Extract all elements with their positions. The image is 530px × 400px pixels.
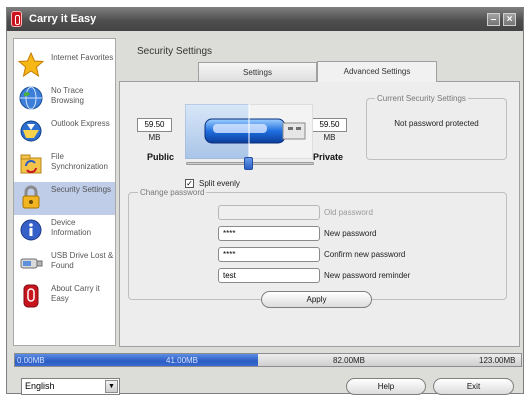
exit-button[interactable]: Exit — [433, 378, 514, 395]
sidebar-item-device-information[interactable]: Device Information — [14, 215, 115, 248]
language-select[interactable]: English ▼ — [21, 378, 120, 395]
confirm-password-label: Confirm new password — [324, 250, 406, 259]
change-password-title: Change password — [138, 188, 207, 197]
apply-button[interactable]: Apply — [261, 291, 372, 308]
usage-used-label: 41.00MB — [166, 356, 199, 365]
old-password-field[interactable] — [218, 205, 320, 220]
sidebar-item-label: Internet Favorites — [51, 53, 114, 62]
sidebar-item-label: No Trace Browsing — [51, 86, 84, 105]
split-evenly-checkbox[interactable]: ✓ — [185, 179, 194, 188]
usage-total-label: 123.00MB — [479, 356, 516, 365]
sidebar-item-label: Security Settings — [51, 185, 112, 194]
sidebar-item-file-synchronization[interactable]: File Synchronization — [14, 149, 115, 182]
old-password-label: Old password — [324, 208, 373, 217]
sidebar-item-label: Outlook Express — [51, 119, 110, 128]
private-label: Private — [313, 152, 344, 162]
tab-advanced-settings[interactable]: Advanced Settings — [317, 61, 437, 82]
sidebar-item-label: USB Drive Lost & Found — [51, 251, 114, 270]
private-size-unit: MB — [323, 133, 336, 142]
sidebar-item-usb-drive-lost-found[interactable]: USB Drive Lost & Found — [14, 248, 115, 281]
outlook-icon — [20, 120, 42, 142]
usage-mid-label: 82.00MB — [333, 356, 366, 365]
split-slider-thumb[interactable] — [244, 157, 253, 170]
current-security-group — [366, 98, 507, 160]
chevron-down-icon[interactable]: ▼ — [105, 380, 118, 393]
usb-drive-illustration — [185, 104, 313, 159]
star-icon — [18, 52, 44, 78]
new-password-label: New password — [324, 229, 377, 238]
minimize-button[interactable]: – — [487, 13, 500, 26]
sidebar-item-label: About Carry it Easy — [51, 284, 100, 303]
split-evenly-label: Split evenly — [199, 179, 240, 188]
main-window: Carry it Easy – × Internet Favorites No … — [6, 7, 524, 395]
confirm-password-field[interactable]: **** — [218, 247, 320, 262]
folder-sync-icon — [20, 154, 42, 174]
public-label: Public — [147, 152, 175, 162]
drive-usage-fill — [15, 354, 258, 366]
title-bar[interactable]: Carry it Easy – × — [7, 8, 523, 31]
help-button[interactable]: Help — [346, 378, 426, 395]
app-logo-icon — [11, 11, 22, 27]
about-app-icon — [23, 284, 39, 308]
drive-usage-bar: 0.00MB 41.00MB 82.00MB 123.00MB — [14, 353, 522, 367]
sidebar-item-security-settings[interactable]: Security Settings — [14, 182, 115, 215]
current-security-title: Current Security Settings — [375, 94, 468, 103]
window-title: Carry it Easy — [29, 13, 97, 25]
language-selected-value: English — [25, 381, 55, 391]
public-size-value[interactable]: 59.50 — [137, 118, 172, 132]
sidebar-item-outlook-express[interactable]: Outlook Express — [14, 116, 115, 149]
private-size-value[interactable]: 59.50 — [312, 118, 347, 132]
sidebar-item-label: File Synchronization — [51, 152, 108, 171]
lock-icon — [22, 185, 40, 209]
sidebar-item-internet-favorites[interactable]: Internet Favorites — [14, 50, 115, 83]
tab-settings[interactable]: Settings — [198, 62, 317, 82]
usage-start-label: 0.00MB — [17, 356, 45, 365]
close-button[interactable]: × — [503, 13, 516, 26]
sidebar: Internet Favorites No Trace Browsing Out… — [13, 38, 116, 346]
usb-drive-icon — [20, 258, 43, 269]
password-reminder-label: New password reminder — [324, 271, 411, 280]
page-title: Security Settings — [137, 46, 213, 57]
password-reminder-field[interactable]: test — [218, 268, 320, 283]
sidebar-item-about[interactable]: About Carry it Easy — [14, 281, 115, 314]
sidebar-item-no-trace-browsing[interactable]: No Trace Browsing — [14, 83, 115, 116]
security-status: Not password protected — [394, 119, 479, 128]
new-password-field[interactable]: **** — [218, 226, 320, 241]
public-size-unit: MB — [148, 133, 161, 142]
globe-icon — [19, 86, 43, 110]
info-icon — [20, 219, 42, 241]
sidebar-item-label: Device Information — [51, 218, 92, 237]
